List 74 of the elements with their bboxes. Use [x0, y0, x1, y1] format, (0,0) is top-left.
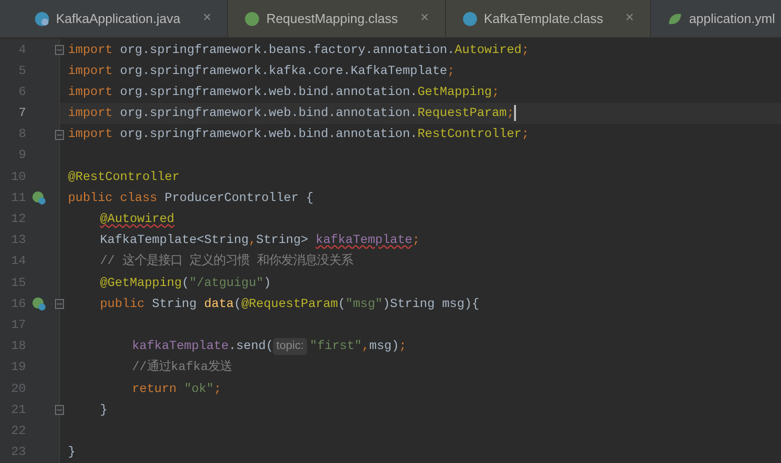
code-token: , — [248, 232, 256, 250]
code-token: ; — [412, 232, 420, 250]
code-token: String> — [256, 232, 310, 250]
code-token: )String msg){ — [382, 296, 480, 313]
tab-label: KafkaTemplate.class — [484, 10, 604, 28]
code-token: ; — [492, 84, 500, 101]
tab-label: RequestMapping.class — [266, 10, 398, 28]
code-token: import — [68, 42, 113, 59]
fold-icon[interactable] — [55, 405, 64, 416]
code-token: return — [132, 380, 178, 398]
code-token: ProducerController { — [164, 190, 314, 207]
code-token: RestController — [417, 126, 522, 144]
code-token: , — [362, 338, 370, 356]
code-token: KafkaTemplate<String — [100, 232, 249, 250]
code-token: public — [100, 296, 145, 313]
code-token: ; — [522, 42, 530, 59]
code-token: Autowired — [454, 42, 522, 59]
code-token: org.springframework.web.bind.annotation. — [119, 126, 418, 144]
code-token: @RestController — [68, 168, 180, 186]
code-token: //通过kafka发送 — [132, 358, 232, 376]
fold-icon[interactable] — [55, 299, 64, 310]
code-token: public class — [68, 190, 158, 207]
code-token: ; — [522, 126, 530, 144]
code-token: data — [204, 296, 234, 313]
code-token: } — [68, 444, 76, 462]
class-file-icon — [244, 10, 260, 27]
code-token: ; — [506, 105, 514, 122]
code-token: .send( — [228, 338, 274, 356]
class-file-icon — [462, 10, 478, 27]
code-token: "msg" — [345, 296, 383, 313]
code-token: import — [68, 84, 113, 101]
fold-icon[interactable] — [55, 130, 64, 140]
code-token: RequestParam — [417, 105, 507, 122]
class-file-icon — [34, 10, 50, 27]
code-token: "first" — [310, 338, 362, 356]
code-token: msg) — [369, 338, 400, 356]
code-token: ; — [399, 338, 406, 356]
tab-label: application.yml — [689, 10, 776, 28]
code-token: ( — [182, 274, 190, 292]
code-token: ( — [234, 296, 242, 313]
close-icon[interactable]: ✕ — [202, 10, 212, 27]
code-token: org.springframework.kafka.core.KafkaTemplate — [119, 62, 448, 80]
code-token: ; — [447, 62, 455, 80]
code-token: @Autowired — [100, 211, 174, 228]
code-token: org.springframework.beans.factory.annotation. — [119, 42, 455, 59]
code-token: org.springframework.web.bind.annotation. — [119, 105, 418, 122]
code-token: ; — [214, 380, 222, 398]
code-token: } — [100, 402, 108, 419]
close-icon[interactable]: ✕ — [420, 10, 429, 27]
code-token: import — [68, 105, 113, 122]
code-token: org.springframework.web.bind.annotation. — [119, 84, 418, 101]
code-token: kafkaTemplate — [316, 232, 412, 250]
fold-icon[interactable] — [55, 44, 64, 55]
editor-tab[interactable]: KafkaTemplate.class ✕ — [446, 0, 652, 38]
code-token: ( — [338, 296, 346, 313]
editor-tab[interactable]: RequestMapping.class ✕ — [228, 0, 446, 38]
code-token: import — [68, 62, 113, 80]
code-token: String — [151, 296, 198, 313]
tab-label: KafkaApplication.java — [56, 10, 180, 28]
code-token: @GetMapping — [100, 274, 182, 292]
code-token: GetMapping — [417, 84, 492, 101]
code-token: kafkaTemplate — [132, 338, 229, 356]
text-cursor — [514, 105, 516, 122]
code-token: "/atguigu" — [189, 274, 264, 292]
code-token: import — [68, 126, 113, 144]
line-number: 7 — [18, 105, 26, 122]
code-token: @RequestParam — [241, 296, 338, 313]
code-token: "ok" — [184, 380, 214, 398]
bean-icon[interactable] — [32, 191, 46, 206]
code-token: ) — [264, 274, 272, 292]
bean-icon[interactable] — [32, 297, 46, 312]
code-token: // 这个是接口 定义的习惯 和你发消息没关系 — [100, 252, 354, 270]
close-icon[interactable]: ✕ — [625, 10, 634, 27]
parameter-hint: topic: — [273, 338, 307, 356]
